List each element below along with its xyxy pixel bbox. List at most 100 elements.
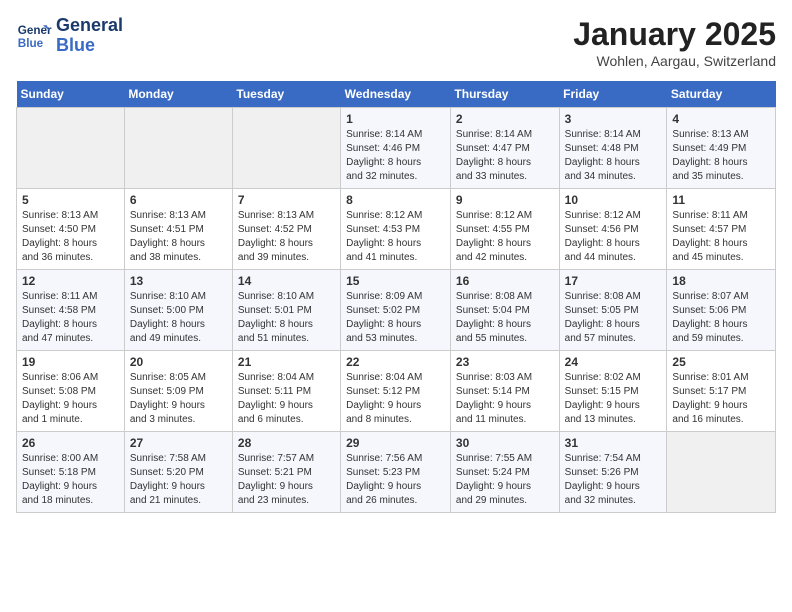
day-number: 11 [672,193,770,207]
day-number: 21 [238,355,335,369]
day-number: 23 [456,355,554,369]
week-row-1: 1 Sunrise: 8:14 AM Sunset: 4:46 PM Daylig… [17,108,776,189]
calendar-cell: 2Sunrise: 8:14 AM Sunset: 4:47 PM Daylig… [450,108,559,189]
day-number: 1 [346,112,445,126]
day-info: Sunrise: 8:08 AM Sunset: 5:05 PM Dayligh… [565,290,662,346]
day-number: 13 [130,274,227,288]
day-number: 26 [22,436,119,450]
calendar-cell: 24Sunrise: 8:02 AM Sunset: 5:15 PM Dayli… [559,351,667,432]
day-info: Sunrise: 7:57 AM Sunset: 5:21 PM Dayligh… [238,452,335,508]
calendar-cell [124,108,232,189]
week-row-4: 19Sunrise: 8:06 AM Sunset: 5:08 PM Dayli… [17,351,776,432]
day-info: Sunrise: 8:04 AM Sunset: 5:12 PM Dayligh… [346,371,445,427]
day-header-row: SundayMondayTuesdayWednesdayThursdayFrid… [17,81,776,108]
calendar-cell: 9Sunrise: 8:12 AM Sunset: 4:55 PM Daylig… [450,189,559,270]
day-info: Sunrise: 7:55 AM Sunset: 5:24 PM Dayligh… [456,452,554,508]
day-header-friday: Friday [559,81,667,108]
day-number: 24 [565,355,662,369]
calendar-cell [232,108,340,189]
calendar-cell: 18Sunrise: 8:07 AM Sunset: 5:06 PM Dayli… [667,270,776,351]
day-info: Sunrise: 8:14 AM Sunset: 4:48 PM Dayligh… [565,128,662,184]
day-number: 10 [565,193,662,207]
day-number: 2 [456,112,554,126]
day-header-thursday: Thursday [450,81,559,108]
day-info: Sunrise: 7:58 AM Sunset: 5:20 PM Dayligh… [130,452,227,508]
day-info: Sunrise: 8:13 AM Sunset: 4:49 PM Dayligh… [672,128,770,184]
day-info: Sunrise: 7:56 AM Sunset: 5:23 PM Dayligh… [346,452,445,508]
page-header: General Blue General Blue January 2025 W… [16,16,776,69]
day-number: 27 [130,436,227,450]
week-row-3: 12Sunrise: 8:11 AM Sunset: 4:58 PM Dayli… [17,270,776,351]
day-number: 9 [456,193,554,207]
day-number: 17 [565,274,662,288]
day-header-sunday: Sunday [17,81,125,108]
day-number: 20 [130,355,227,369]
day-info: Sunrise: 7:54 AM Sunset: 5:26 PM Dayligh… [565,452,662,508]
calendar-cell [667,432,776,513]
calendar-cell: 20 Sunrise: 8:05 AM Sunset: 5:09 PM Dayli… [124,351,232,432]
logo-text: General Blue [56,16,123,56]
day-number: 30 [456,436,554,450]
calendar-cell: 4 Sunrise: 8:13 AM Sunset: 4:49 PM Daylig… [667,108,776,189]
calendar-cell: 28 Sunrise: 7:57 AM Sunset: 5:21 PM Dayli… [232,432,340,513]
calendar-cell: 19Sunrise: 8:06 AM Sunset: 5:08 PM Dayli… [17,351,125,432]
day-number: 12 [22,274,119,288]
day-number: 5 [22,193,119,207]
day-info: Sunrise: 8:09 AM Sunset: 5:02 PM Dayligh… [346,290,445,346]
calendar-cell: 14 Sunrise: 8:10 AM Sunset: 5:01 PM Dayli… [232,270,340,351]
day-info: Sunrise: 8:03 AM Sunset: 5:14 PM Dayligh… [456,371,554,427]
calendar-cell [17,108,125,189]
day-number: 16 [456,274,554,288]
title-block: January 2025 Wohlen, Aargau, Switzerland [573,16,776,69]
logo: General Blue General Blue [16,16,123,56]
calendar-cell: 1 Sunrise: 8:14 AM Sunset: 4:46 PM Daylig… [341,108,451,189]
calendar-cell: 31 Sunrise: 7:54 AM Sunset: 5:26 PM Dayli… [559,432,667,513]
day-number: 18 [672,274,770,288]
calendar-cell: 25Sunrise: 8:01 AM Sunset: 5:17 PM Dayli… [667,351,776,432]
calendar-cell: 12Sunrise: 8:11 AM Sunset: 4:58 PM Dayli… [17,270,125,351]
day-number: 15 [346,274,445,288]
day-info: Sunrise: 8:14 AM Sunset: 4:46 PM Dayligh… [346,128,445,184]
week-row-5: 26 Sunrise: 8:00 AM Sunset: 5:18 PM Dayli… [17,432,776,513]
calendar-cell: 27 Sunrise: 7:58 AM Sunset: 5:20 PM Dayli… [124,432,232,513]
week-row-2: 5Sunrise: 8:13 AM Sunset: 4:50 PM Daylig… [17,189,776,270]
calendar-cell: 16 Sunrise: 8:08 AM Sunset: 5:04 PM Dayli… [450,270,559,351]
day-number: 8 [346,193,445,207]
day-info: Sunrise: 8:01 AM Sunset: 5:17 PM Dayligh… [672,371,770,427]
calendar-cell: 11 Sunrise: 8:11 AM Sunset: 4:57 PM Dayli… [667,189,776,270]
day-number: 19 [22,355,119,369]
calendar-cell: 5Sunrise: 8:13 AM Sunset: 4:50 PM Daylig… [17,189,125,270]
day-header-saturday: Saturday [667,81,776,108]
location: Wohlen, Aargau, Switzerland [573,53,776,69]
day-info: Sunrise: 8:13 AM Sunset: 4:51 PM Dayligh… [130,209,227,265]
calendar-cell: 3 Sunrise: 8:14 AM Sunset: 4:48 PM Daylig… [559,108,667,189]
calendar-cell: 29 Sunrise: 7:56 AM Sunset: 5:23 PM Dayli… [341,432,451,513]
calendar-cell: 22Sunrise: 8:04 AM Sunset: 5:12 PM Dayli… [341,351,451,432]
day-header-wednesday: Wednesday [341,81,451,108]
logo-icon: General Blue [16,18,52,54]
calendar-cell: 6 Sunrise: 8:13 AM Sunset: 4:51 PM Daylig… [124,189,232,270]
day-number: 6 [130,193,227,207]
calendar-cell: 21 Sunrise: 8:04 AM Sunset: 5:11 PM Dayli… [232,351,340,432]
day-info: Sunrise: 8:12 AM Sunset: 4:56 PM Dayligh… [565,209,662,265]
day-number: 14 [238,274,335,288]
day-number: 29 [346,436,445,450]
day-info: Sunrise: 8:04 AM Sunset: 5:11 PM Dayligh… [238,371,335,427]
calendar-cell: 13Sunrise: 8:10 AM Sunset: 5:00 PM Dayli… [124,270,232,351]
day-info: Sunrise: 8:05 AM Sunset: 5:09 PM Dayligh… [130,371,227,427]
day-info: Sunrise: 8:00 AM Sunset: 5:18 PM Dayligh… [22,452,119,508]
day-info: Sunrise: 8:10 AM Sunset: 5:01 PM Dayligh… [238,290,335,346]
day-number: 31 [565,436,662,450]
day-info: Sunrise: 8:08 AM Sunset: 5:04 PM Dayligh… [456,290,554,346]
calendar-cell: 26 Sunrise: 8:00 AM Sunset: 5:18 PM Dayli… [17,432,125,513]
calendar-cell: 8 Sunrise: 8:12 AM Sunset: 4:53 PM Daylig… [341,189,451,270]
day-number: 28 [238,436,335,450]
day-number: 7 [238,193,335,207]
day-number: 4 [672,112,770,126]
day-header-tuesday: Tuesday [232,81,340,108]
calendar-cell: 15 Sunrise: 8:09 AM Sunset: 5:02 PM Dayli… [341,270,451,351]
day-info: Sunrise: 8:12 AM Sunset: 4:53 PM Dayligh… [346,209,445,265]
day-info: Sunrise: 8:11 AM Sunset: 4:57 PM Dayligh… [672,209,770,265]
day-number: 3 [565,112,662,126]
calendar-cell: 7Sunrise: 8:13 AM Sunset: 4:52 PM Daylig… [232,189,340,270]
